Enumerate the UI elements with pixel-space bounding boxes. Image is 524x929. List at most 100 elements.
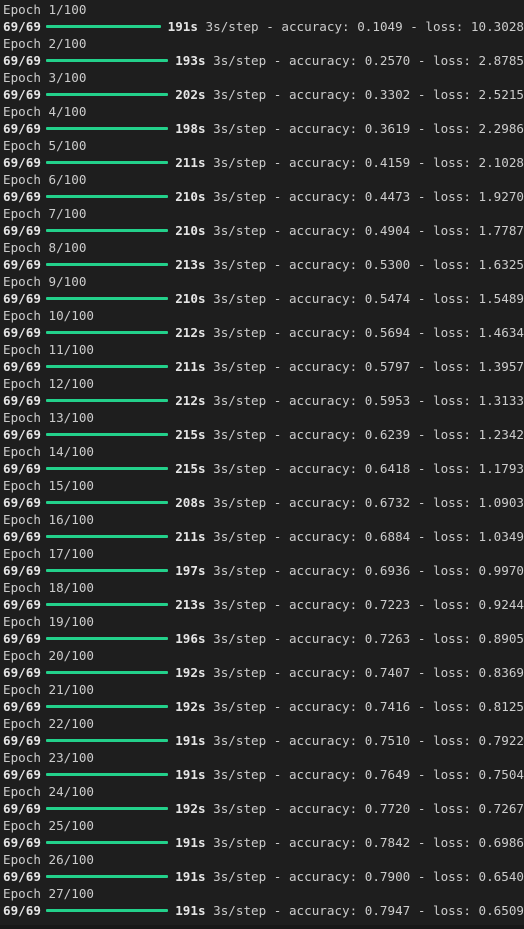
epoch-block: Epoch 12/100 69/69 212s 3s/step - accura…: [0, 375, 524, 409]
elapsed-time: 211s: [175, 529, 206, 544]
epoch-header: Epoch 19/100: [3, 614, 94, 629]
elapsed-time: 198s: [175, 121, 206, 136]
metrics-text: 3s/step - accuracy: 0.7649 - loss: 0.750…: [205, 767, 524, 782]
elapsed-time: 213s: [175, 597, 206, 612]
epoch-block: Epoch 2/100 69/69 193s 3s/step - accurac…: [0, 35, 524, 69]
step-count: 69/69: [3, 529, 41, 544]
elapsed-time: 208s: [175, 495, 206, 510]
elapsed-time: 211s: [175, 155, 206, 170]
progress-bar: [45, 501, 169, 504]
epoch-block: Epoch 1/100 69/69 191s 3s/step - accurac…: [0, 1, 524, 35]
epoch-block: Epoch 22/100 69/69 191s 3s/step - accura…: [0, 715, 524, 749]
elapsed-time: 213s: [175, 257, 206, 272]
epoch-block: Epoch 27/100 69/69 191s 3s/step - accura…: [0, 885, 524, 919]
progress-line: 69/69 210s 3s/step - accuracy: 0.5474 - …: [0, 290, 524, 307]
step-count: 69/69: [3, 835, 41, 850]
step-count: 69/69: [3, 597, 41, 612]
step-count: 69/69: [3, 87, 41, 102]
elapsed-time: 196s: [175, 631, 206, 646]
progress-line: 69/69 213s 3s/step - accuracy: 0.7223 - …: [0, 596, 524, 613]
elapsed-time: 212s: [175, 325, 206, 340]
progress-line: 69/69 211s 3s/step - accuracy: 0.5797 - …: [0, 358, 524, 375]
epoch-block: Epoch 18/100 69/69 213s 3s/step - accura…: [0, 579, 524, 613]
metrics-text: 3s/step - accuracy: 0.6418 - loss: 1.179…: [205, 461, 524, 476]
progress-line: 69/69 192s 3s/step - accuracy: 0.7720 - …: [0, 800, 524, 817]
progress-bar: [45, 263, 169, 266]
step-count: 69/69: [3, 155, 41, 170]
step-count: 69/69: [3, 223, 41, 238]
progress-line: 69/69 211s 3s/step - accuracy: 0.6884 - …: [0, 528, 524, 545]
elapsed-time: 202s: [175, 87, 206, 102]
epoch-header: Epoch 3/100: [3, 70, 87, 85]
progress-bar: [45, 467, 169, 470]
progress-bar: [45, 909, 169, 912]
epoch-block: Epoch 25/100 69/69 191s 3s/step - accura…: [0, 817, 524, 851]
step-count: 69/69: [3, 801, 41, 816]
metrics-text: 3s/step - accuracy: 0.6239 - loss: 1.234…: [205, 427, 524, 442]
metrics-text: 3s/step - accuracy: 0.7416 - loss: 0.812…: [205, 699, 524, 714]
metrics-text: 3s/step - accuracy: 0.7510 - loss: 0.792…: [205, 733, 524, 748]
progress-line: 69/69 215s 3s/step - accuracy: 0.6239 - …: [0, 426, 524, 443]
epoch-header: Epoch 4/100: [3, 104, 87, 119]
progress-line: 69/69 191s 3s/step - accuracy: 0.7842 - …: [0, 834, 524, 851]
progress-line: 69/69 213s 3s/step - accuracy: 0.5300 - …: [0, 256, 524, 273]
epoch-header: Epoch 20/100: [3, 648, 94, 663]
epoch-block: Epoch 11/100 69/69 211s 3s/step - accura…: [0, 341, 524, 375]
progress-line: 69/69 197s 3s/step - accuracy: 0.6936 - …: [0, 562, 524, 579]
progress-bar: [45, 671, 169, 674]
epoch-header: Epoch 23/100: [3, 750, 94, 765]
elapsed-time: 192s: [175, 699, 206, 714]
progress-line: 69/69 193s 3s/step - accuracy: 0.2570 - …: [0, 52, 524, 69]
epoch-header: Epoch 12/100: [3, 376, 94, 391]
terminal-output[interactable]: Epoch 1/100 69/69 191s 3s/step - accurac…: [0, 0, 524, 929]
step-count: 69/69: [3, 189, 41, 204]
progress-line: 69/69 192s 3s/step - accuracy: 0.7416 - …: [0, 698, 524, 715]
metrics-text: 3s/step - accuracy: 0.7947 - loss: 0.650…: [205, 903, 524, 918]
elapsed-time: 210s: [175, 291, 206, 306]
progress-bar: [45, 603, 169, 606]
epoch-header: Epoch 10/100: [3, 308, 94, 323]
metrics-text: 3s/step - accuracy: 0.2570 - loss: 2.878…: [205, 53, 524, 68]
progress-line: 69/69 208s 3s/step - accuracy: 0.6732 - …: [0, 494, 524, 511]
training-log: Epoch 1/100 69/69 191s 3s/step - accurac…: [0, 1, 524, 919]
progress-bar: [45, 875, 169, 878]
epoch-header: Epoch 7/100: [3, 206, 87, 221]
metrics-text: 3s/step - accuracy: 0.6732 - loss: 1.090…: [205, 495, 524, 510]
elapsed-time: 192s: [175, 801, 206, 816]
elapsed-time: 197s: [175, 563, 206, 578]
step-count: 69/69: [3, 495, 41, 510]
progress-line: 69/69 211s 3s/step - accuracy: 0.4159 - …: [0, 154, 524, 171]
step-count: 69/69: [3, 903, 41, 918]
progress-line: 69/69 191s 3s/step - accuracy: 0.7947 - …: [0, 902, 524, 919]
metrics-text: 3s/step - accuracy: 0.1049 - loss: 10.30…: [197, 19, 524, 34]
progress-line: 69/69 191s 3s/step - accuracy: 0.7649 - …: [0, 766, 524, 783]
metrics-text: 3s/step - accuracy: 0.3619 - loss: 2.298…: [205, 121, 524, 136]
step-count: 69/69: [3, 461, 41, 476]
epoch-block: Epoch 17/100 69/69 197s 3s/step - accura…: [0, 545, 524, 579]
epoch-block: Epoch 15/100 69/69 208s 3s/step - accura…: [0, 477, 524, 511]
epoch-block: Epoch 3/100 69/69 202s 3s/step - accurac…: [0, 69, 524, 103]
metrics-text: 3s/step - accuracy: 0.7900 - loss: 0.654…: [205, 869, 524, 884]
step-count: 69/69: [3, 393, 41, 408]
epoch-header: Epoch 15/100: [3, 478, 94, 493]
progress-bar: [45, 331, 169, 334]
epoch-header: Epoch 17/100: [3, 546, 94, 561]
epoch-block: Epoch 16/100 69/69 211s 3s/step - accura…: [0, 511, 524, 545]
epoch-header: Epoch 8/100: [3, 240, 87, 255]
epoch-header: Epoch 5/100: [3, 138, 87, 153]
metrics-text: 3s/step - accuracy: 0.3302 - loss: 2.521…: [205, 87, 524, 102]
progress-bar: [45, 569, 169, 572]
elapsed-time: 191s: [175, 733, 206, 748]
epoch-header: Epoch 21/100: [3, 682, 94, 697]
step-count: 69/69: [3, 767, 41, 782]
progress-line: 69/69 191s 3s/step - accuracy: 0.7900 - …: [0, 868, 524, 885]
epoch-block: Epoch 5/100 69/69 211s 3s/step - accurac…: [0, 137, 524, 171]
epoch-block: Epoch 26/100 69/69 191s 3s/step - accura…: [0, 851, 524, 885]
step-count: 69/69: [3, 257, 41, 272]
epoch-header: Epoch 11/100: [3, 342, 94, 357]
progress-line: 69/69 192s 3s/step - accuracy: 0.7407 - …: [0, 664, 524, 681]
elapsed-time: 191s: [175, 903, 206, 918]
epoch-header: Epoch 24/100: [3, 784, 94, 799]
epoch-block: Epoch 21/100 69/69 192s 3s/step - accura…: [0, 681, 524, 715]
elapsed-time: 212s: [175, 393, 206, 408]
